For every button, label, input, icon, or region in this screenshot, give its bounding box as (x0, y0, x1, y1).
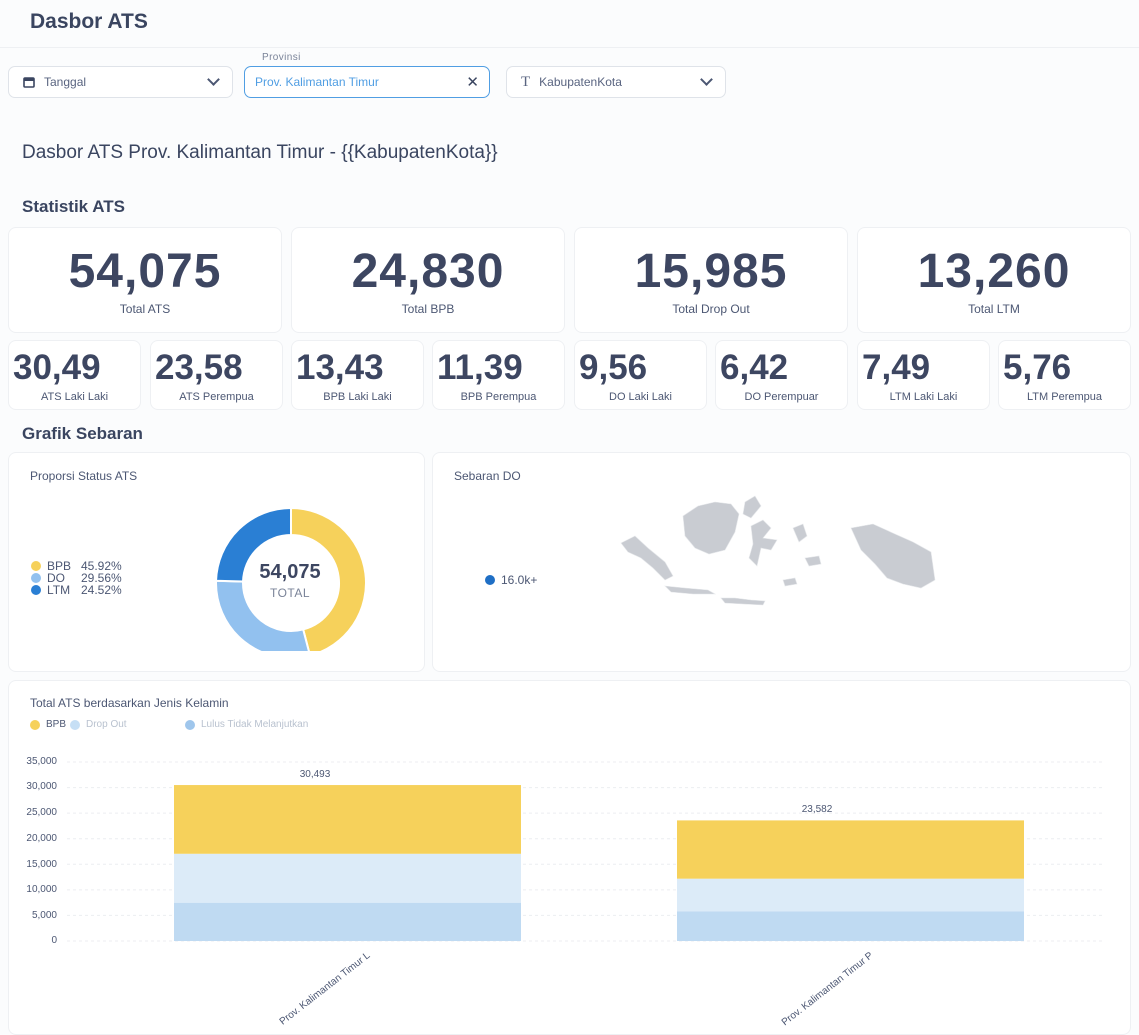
stat-value: 23,58 (155, 348, 243, 387)
statistik-heading: Statistik ATS (22, 197, 125, 216)
legend-dot (31, 573, 41, 583)
map-region-maluku (804, 555, 822, 567)
legend-dot (31, 585, 41, 595)
bar-segment[interactable] (174, 902, 521, 941)
calendar-icon (23, 76, 35, 88)
provinsi-filter-value: Prov. Kalimantan Timur (255, 75, 379, 89)
map-region-papua (850, 523, 936, 589)
stat-label: Total BPB (401, 302, 455, 316)
stat-label: LTM Laki Laki (889, 391, 958, 403)
legend-dot (31, 561, 41, 571)
bar-total-label: 23,582 (801, 804, 833, 815)
card-title: Proporsi Status ATS (30, 469, 138, 483)
chevron-down-icon (700, 73, 713, 86)
stat-label: DO Perempuar (744, 391, 819, 403)
card-title: Sebaran DO (454, 469, 521, 483)
bar-segment[interactable] (677, 878, 1024, 912)
stat-value: 13,260 (917, 245, 1071, 298)
stat-value: 7,49 (862, 348, 931, 387)
legend-item-ltm[interactable]: LTM 24.52% (31, 583, 122, 597)
tanggal-filter-label: Tanggal (44, 75, 87, 89)
legend-dot (485, 575, 495, 585)
stat-value: 13,43 (296, 348, 384, 387)
kabupaten-filter[interactable]: T KabupatenKota (506, 66, 726, 98)
stat-card-do-perempuan[interactable]: 6,42 DO Perempuar (715, 340, 848, 410)
map-legend-label: 16.0k+ (501, 573, 538, 587)
stat-label: ATS Laki Laki (40, 391, 109, 403)
stat-card-total-drop-out[interactable]: 15,985 Total Drop Out (574, 227, 848, 333)
stat-label: BPB Laki Laki (323, 391, 392, 403)
stat-value: 5,76 (1003, 348, 1072, 387)
map-region-maluku-north (792, 523, 808, 543)
dashboard-heading: Dasbor ATS Prov. Kalimantan Timur - {{Ka… (22, 142, 498, 163)
stat-card-total-ltm[interactable]: 13,260 Total LTM (857, 227, 1131, 333)
donut-total-label: TOTAL (269, 586, 311, 600)
bar-segment[interactable] (174, 785, 521, 854)
stat-card-ats-perempuan[interactable]: 23,58 ATS Perempua (150, 340, 283, 410)
bar-chart-card[interactable]: Total ATS berdasarkan Jenis Kelamin BPB … (8, 680, 1131, 1035)
sebaran-do-card[interactable]: Sebaran DO 16.0k+ (432, 452, 1131, 672)
bar-segment[interactable] (174, 853, 521, 903)
stat-label: Total LTM (968, 302, 1020, 316)
bar-chart[interactable] (9, 681, 1131, 981)
stat-label: LTM Perempua (1027, 391, 1102, 403)
stat-value: 11,39 (437, 348, 523, 387)
bar-total-label: 30,493 (299, 769, 331, 780)
kabupaten-filter-label: KabupatenKota (539, 75, 622, 89)
stat-card-ltm-perempuan[interactable]: 5,76 LTM Perempua (998, 340, 1131, 410)
provinsi-caption: Provinsi (262, 52, 301, 63)
stat-value: 54,075 (68, 245, 222, 298)
stat-value: 15,985 (634, 245, 788, 298)
indonesia-map[interactable] (613, 488, 973, 618)
bar-segment[interactable] (677, 911, 1024, 941)
map-region-java (664, 585, 717, 595)
proporsi-status-card[interactable]: Proporsi Status ATS BPB 45.92% DO 29.56%… (8, 452, 425, 672)
map-region-islands (782, 577, 798, 587)
map-region-sumatra (620, 535, 674, 581)
text-type-icon: T (521, 73, 531, 90)
stat-card-do-laki-laki[interactable]: 9,56 DO Laki Laki (574, 340, 707, 410)
chevron-down-icon (207, 73, 220, 86)
clear-icon[interactable]: ✕ (466, 73, 479, 91)
legend-pct: 24.52% (81, 583, 122, 597)
map-region-sulawesi (748, 519, 778, 567)
stat-card-ats-laki-laki[interactable]: 30,49 ATS Laki Laki (8, 340, 141, 410)
stat-value: 30,49 (13, 348, 101, 387)
provinsi-filter[interactable]: Prov. Kalimantan Timur ✕ (244, 66, 490, 98)
app-title: Dasbor ATS (30, 10, 148, 33)
stat-card-bpb-laki-laki[interactable]: 13,43 BPB Laki Laki (291, 340, 424, 410)
stat-card-ltm-laki-laki[interactable]: 7,49 LTM Laki Laki (857, 340, 990, 410)
stat-value: 6,42 (720, 348, 789, 387)
map-region-kalimantan (682, 501, 740, 555)
grafik-heading: Grafik Sebaran (22, 424, 143, 443)
stat-label: BPB Perempua (460, 391, 537, 403)
map-region-nusa-tenggara (720, 597, 766, 606)
stat-value: 24,830 (351, 245, 505, 298)
stat-label: Total ATS (119, 302, 171, 316)
stat-card-bpb-perempuan[interactable]: 11,39 BPB Perempua (432, 340, 565, 410)
map-legend-item: 16.0k+ (485, 573, 537, 587)
stat-card-total-ats[interactable]: 54,075 Total ATS (8, 227, 282, 333)
stat-label: ATS Perempua (179, 391, 254, 403)
stat-card-total-bpb[interactable]: 24,830 Total BPB (291, 227, 565, 333)
stat-label: DO Laki Laki (609, 391, 672, 403)
stat-value: 9,56 (579, 348, 648, 387)
tanggal-filter[interactable]: Tanggal (8, 66, 233, 98)
map-region-kalimantan-north (742, 495, 762, 519)
title-divider (0, 47, 1139, 48)
legend-name: LTM (47, 583, 71, 597)
bar-segment[interactable] (677, 820, 1024, 879)
donut-total-value: 54,075 (259, 561, 321, 583)
stat-label: Total Drop Out (672, 302, 750, 316)
